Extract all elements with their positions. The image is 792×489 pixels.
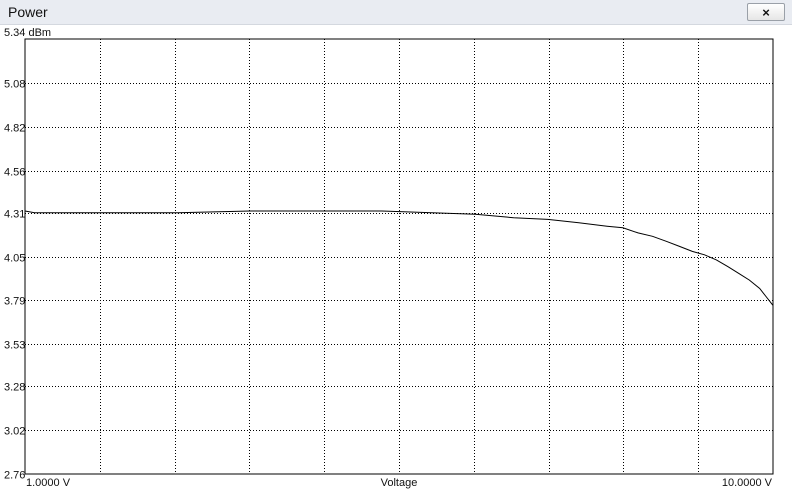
y-tick-label: 3.53 bbox=[4, 340, 25, 352]
y-tick-label: 3.28 bbox=[4, 382, 25, 394]
power-chart: 5.34 dBm 5.08 4.82 4.56 4.31 4.05 3.79 3.53 3.28… bbox=[4, 27, 774, 489]
x-axis-labels: 1.0000 V Voltage 10.0000 V bbox=[26, 477, 773, 489]
y-tick-label: 4.05 bbox=[4, 253, 25, 265]
y-tick-label: 3.79 bbox=[4, 296, 25, 308]
x-tick-label-min: 1.0000 V bbox=[26, 477, 71, 489]
y-tick-label: 5.34 dBm bbox=[4, 27, 51, 39]
y-tick-label: 4.82 bbox=[4, 123, 25, 135]
y-tick-label: 4.31 bbox=[4, 209, 25, 221]
chart-window: Power × 5.34 dBm 5.08 4.82 4.56 4.31 4.05 3.79… bbox=[0, 0, 792, 489]
y-tick-label: 3.02 bbox=[4, 426, 25, 438]
y-tick-label: 2.76 bbox=[4, 470, 25, 482]
x-tick-label-max: 10.0000 V bbox=[722, 477, 773, 489]
y-tick-label: 5.08 bbox=[4, 79, 25, 91]
x-axis-label: Voltage bbox=[381, 477, 418, 489]
y-tick-label: 4.56 bbox=[4, 167, 25, 179]
